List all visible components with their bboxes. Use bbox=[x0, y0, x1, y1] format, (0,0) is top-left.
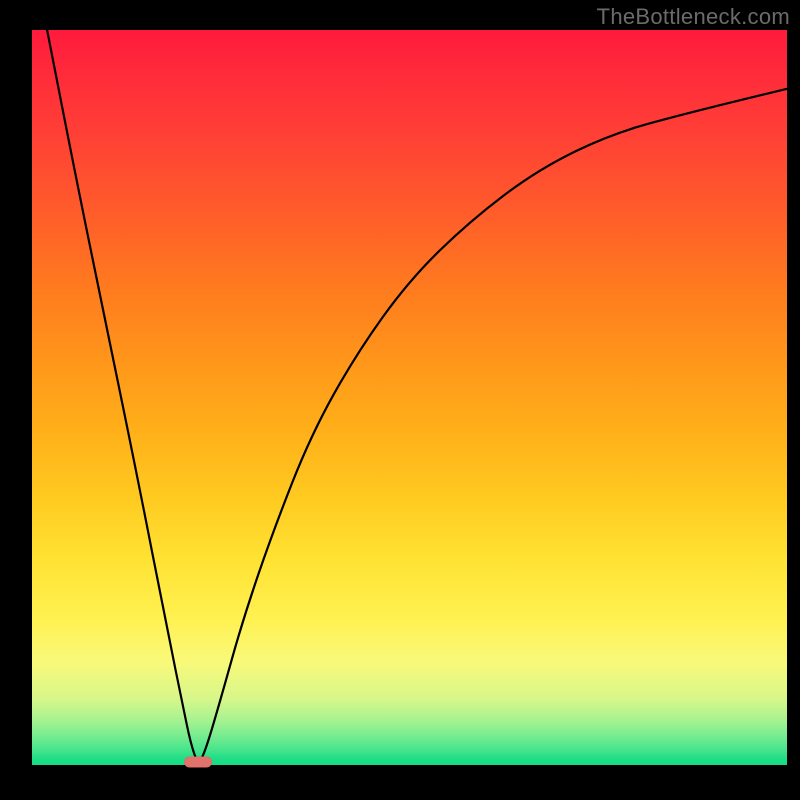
plot-area bbox=[32, 30, 787, 765]
chart-frame: TheBottleneck.com bbox=[0, 0, 800, 800]
bottleneck-curve bbox=[47, 30, 787, 761]
curve-svg bbox=[32, 30, 787, 765]
watermark-text: TheBottleneck.com bbox=[597, 4, 790, 30]
minimum-marker bbox=[184, 757, 212, 768]
